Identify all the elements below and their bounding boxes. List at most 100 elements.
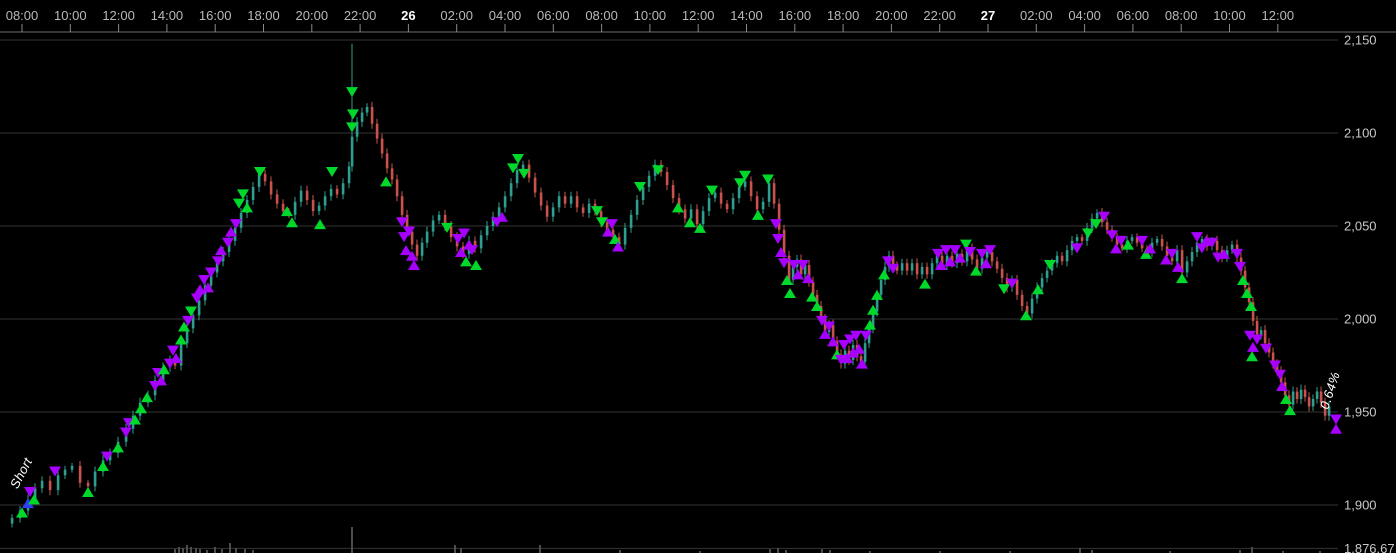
buy-marker-icon[interactable]	[408, 260, 420, 270]
sell-marker-icon[interactable]	[1082, 228, 1094, 238]
buy-marker-icon[interactable]	[752, 210, 764, 220]
buy-marker-icon[interactable]	[672, 202, 684, 212]
buy-marker-icon[interactable]	[141, 392, 153, 402]
candle	[666, 172, 669, 185]
time-tick-label: 18:00	[827, 8, 860, 23]
sell-marker-icon[interactable]	[222, 238, 234, 248]
buy-marker-icon[interactable]	[460, 256, 472, 266]
candle	[252, 187, 255, 200]
sell-marker-icon[interactable]	[167, 346, 179, 356]
buy-marker-icon[interactable]	[1160, 254, 1172, 264]
volume-bar	[351, 527, 353, 553]
buy-marker-icon[interactable]	[694, 223, 706, 233]
buy-marker-icon[interactable]	[470, 260, 482, 270]
buy-marker-icon[interactable]	[878, 269, 890, 279]
sell-marker-icon[interactable]	[185, 307, 197, 317]
sell-marker-icon[interactable]	[233, 199, 245, 209]
buy-marker-icon[interactable]	[155, 375, 167, 385]
buy-marker-icon[interactable]	[781, 275, 793, 285]
sell-marker-icon[interactable]	[1274, 370, 1286, 380]
candle	[1076, 237, 1079, 241]
sell-marker-icon[interactable]	[49, 467, 61, 477]
buy-marker-icon[interactable]	[1246, 351, 1258, 361]
sell-marker-icon[interactable]	[949, 245, 961, 255]
sell-marker-icon[interactable]	[772, 234, 784, 244]
candle	[64, 470, 67, 476]
candle	[282, 204, 285, 211]
candle	[540, 193, 543, 206]
candle	[1106, 222, 1109, 229]
candle	[720, 193, 723, 204]
candle	[366, 107, 369, 113]
time-tick-label: 04:00	[1068, 8, 1101, 23]
buy-marker-icon[interactable]	[853, 344, 865, 354]
buy-marker-icon[interactable]	[400, 245, 412, 255]
buy-marker-icon[interactable]	[314, 219, 326, 229]
time-tick-label: 18:00	[247, 8, 280, 23]
candle	[510, 183, 513, 196]
buy-marker-icon[interactable]	[1245, 301, 1257, 311]
buy-marker-icon[interactable]	[802, 273, 814, 283]
trading-chart-window: 2,1502,1002,0502,0001,9501,9001,876.6708…	[0, 0, 1396, 553]
sell-marker-icon[interactable]	[1330, 414, 1342, 424]
buy-marker-icon[interactable]	[135, 403, 147, 413]
time-tick-label: 08:00	[6, 8, 39, 23]
volume-bar	[229, 543, 231, 553]
sell-marker-icon[interactable]	[452, 234, 464, 244]
volume-bar	[199, 549, 201, 553]
buy-marker-icon[interactable]	[1020, 310, 1032, 320]
sell-marker-icon[interactable]	[1234, 262, 1246, 272]
buy-marker-icon[interactable]	[215, 245, 227, 255]
time-tick-label: 16:00	[779, 8, 812, 23]
buy-marker-icon[interactable]	[286, 217, 298, 227]
sell-marker-icon[interactable]	[191, 294, 203, 304]
buy-marker-icon[interactable]	[1110, 243, 1122, 253]
buy-marker-icon[interactable]	[1241, 288, 1253, 298]
buy-marker-icon[interactable]	[380, 176, 392, 186]
buy-marker-icon[interactable]	[241, 202, 253, 212]
sell-marker-icon[interactable]	[512, 154, 524, 164]
candle	[300, 191, 303, 202]
candle	[1264, 330, 1267, 343]
candle	[371, 107, 374, 124]
candle	[11, 518, 14, 524]
buy-marker-icon[interactable]	[970, 266, 982, 276]
buy-marker-icon[interactable]	[175, 334, 187, 344]
candle	[696, 209, 699, 224]
sell-marker-icon[interactable]	[762, 175, 774, 185]
price-tick-label: 2,050	[1344, 219, 1377, 234]
buy-marker-icon[interactable]	[1237, 275, 1249, 285]
buy-marker-icon[interactable]	[1284, 405, 1296, 415]
candle	[276, 194, 279, 203]
candle	[330, 189, 333, 196]
sell-marker-icon[interactable]	[1269, 361, 1281, 371]
time-tick-label: 08:00	[585, 8, 618, 23]
sell-marker-icon[interactable]	[838, 340, 850, 350]
sell-marker-icon[interactable]	[120, 427, 132, 437]
candle	[312, 200, 315, 211]
sell-marker-icon[interactable]	[998, 284, 1010, 294]
candle	[49, 481, 52, 490]
candle	[1216, 241, 1219, 250]
buy-marker-icon[interactable]	[684, 217, 696, 227]
candle	[672, 185, 675, 198]
candle	[1186, 261, 1189, 272]
time-tick-label: 06:00	[1117, 8, 1150, 23]
sell-marker-icon[interactable]	[346, 87, 358, 97]
buy-marker-icon[interactable]	[97, 461, 109, 471]
sell-marker-icon[interactable]	[797, 260, 809, 270]
time-tick-label: 26	[401, 8, 415, 23]
buy-marker-icon[interactable]	[1330, 424, 1342, 434]
buy-marker-icon[interactable]	[112, 442, 124, 452]
volume-bar	[186, 545, 188, 553]
buy-marker-icon[interactable]	[919, 279, 931, 289]
sell-marker-icon[interactable]	[326, 167, 338, 177]
buy-marker-icon[interactable]	[16, 507, 28, 517]
buy-marker-icon[interactable]	[784, 288, 796, 298]
candle	[773, 183, 776, 203]
candle	[426, 232, 429, 243]
buy-marker-icon[interactable]	[1176, 273, 1188, 283]
candle	[1131, 237, 1134, 241]
buy-marker-icon[interactable]	[82, 487, 94, 497]
sell-marker-icon[interactable]	[1044, 260, 1056, 270]
